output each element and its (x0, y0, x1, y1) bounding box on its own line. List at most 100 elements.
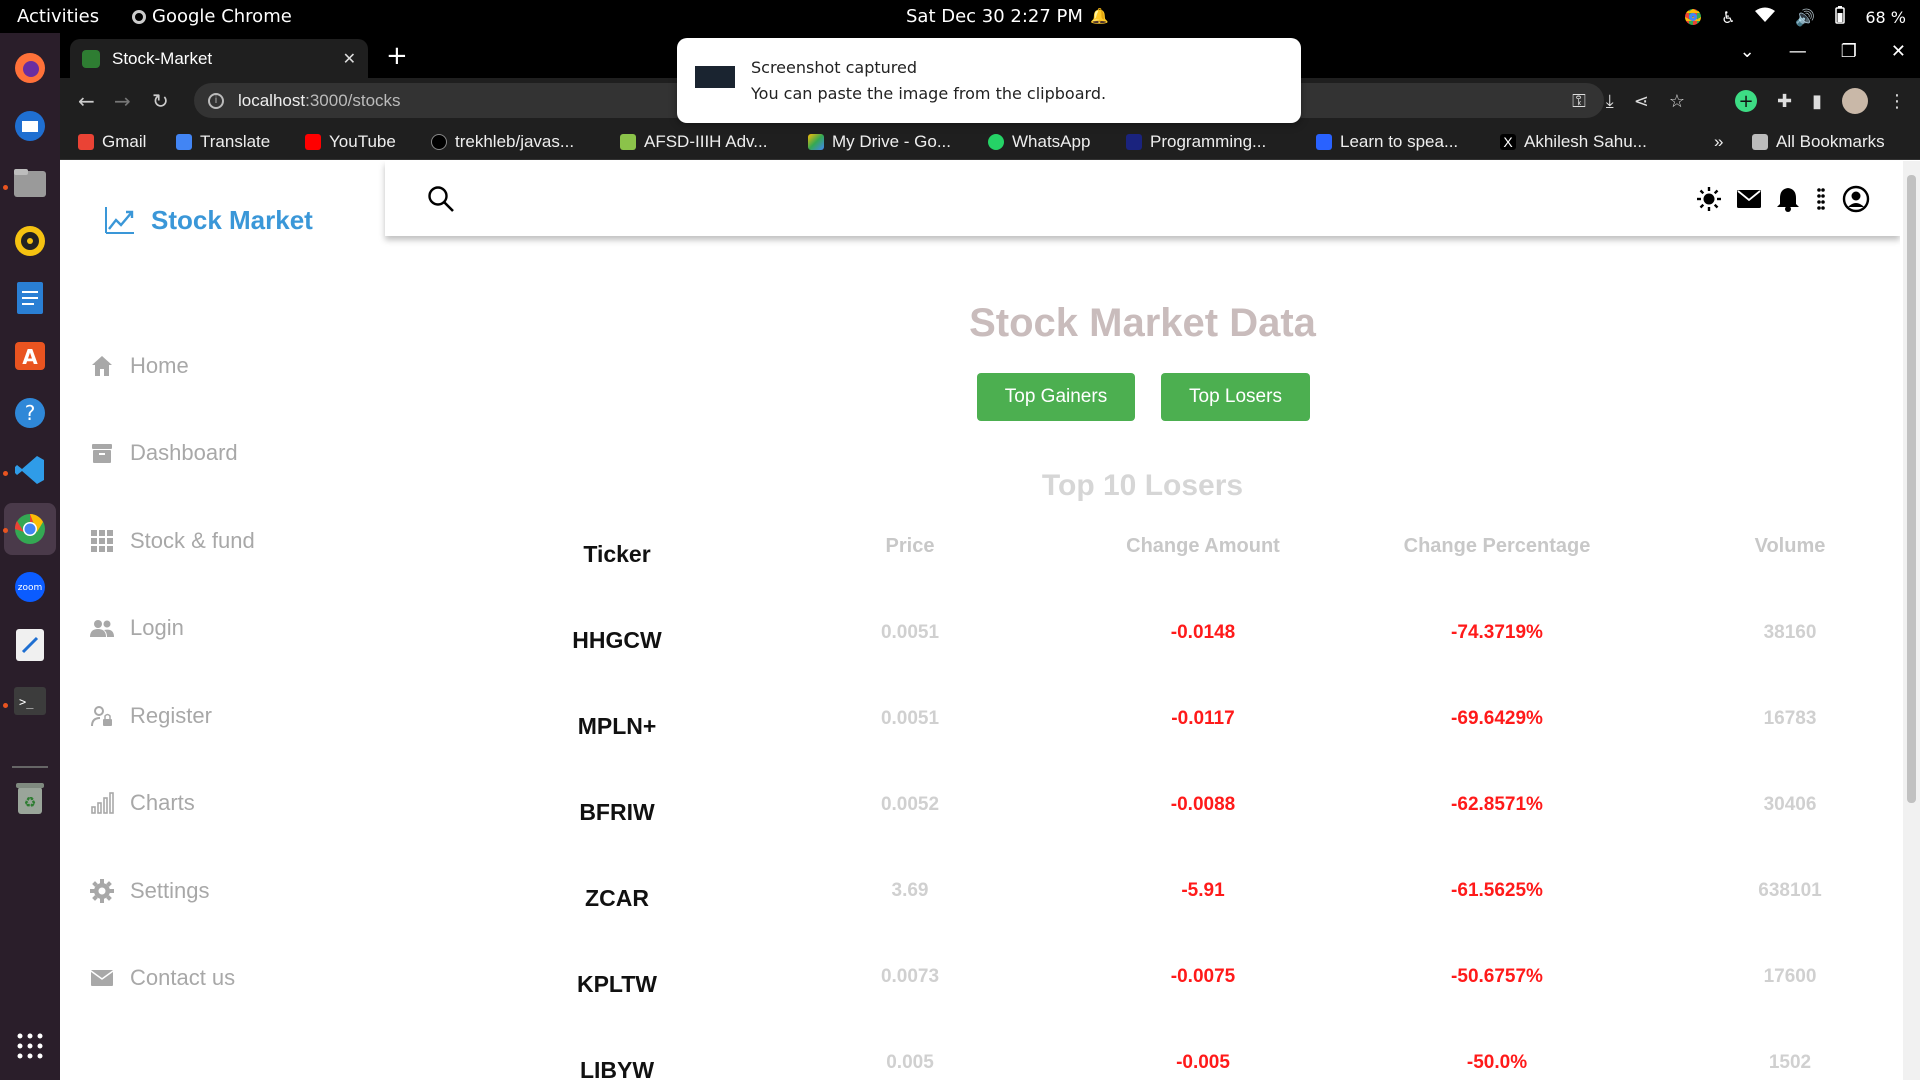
minimize-icon[interactable]: — (1789, 41, 1807, 62)
top-gainers-button[interactable]: Top Gainers (977, 373, 1135, 421)
trending-up-icon (105, 207, 134, 234)
search-icon[interactable] (427, 185, 455, 217)
sidebar-item-label: Settings (130, 878, 210, 903)
sidebar-item-label: Register (130, 703, 212, 728)
thunderbird-icon[interactable] (10, 106, 50, 146)
archive-icon (92, 444, 112, 463)
sidebar-item-stock-fund[interactable]: Stock & fund (90, 528, 255, 554)
tab-favicon-icon (82, 49, 100, 68)
sidebar-item-settings[interactable]: Settings (90, 878, 210, 904)
dock: A ? zoom >_ ♻ (0, 33, 60, 1080)
theme-sun-icon[interactable] (1696, 186, 1722, 216)
tab-close-icon[interactable]: ✕ (343, 49, 356, 69)
bookmark-label: Akhilesh Sahu... (1524, 132, 1647, 151)
cell-volume: 30406 (1763, 794, 1817, 815)
sidebar-item-dashboard[interactable]: Dashboard (90, 440, 238, 466)
bookmark-github[interactable]: trekhleb/javas... (431, 132, 574, 152)
users-icon (90, 620, 114, 637)
bookmark-label: WhatsApp (1012, 132, 1091, 151)
files-icon[interactable] (10, 163, 50, 203)
cell-price: 0.0052 (880, 794, 940, 815)
bookmark-star-icon[interactable]: ☆ (1669, 91, 1685, 112)
install-icon[interactable]: ⤓ (1606, 91, 1614, 112)
screenshot-notification[interactable]: Screenshot captured You can paste the im… (677, 38, 1301, 123)
sidebar-item-register[interactable]: Register (90, 703, 212, 729)
sidebar-item-charts[interactable]: Charts (90, 790, 195, 816)
show-apps-icon[interactable] (10, 1026, 50, 1066)
svg-text:zoom: zoom (18, 583, 43, 593)
extensions-puzzle-icon[interactable]: ✚ (1777, 91, 1792, 112)
scrollbar-thumb[interactable] (1907, 175, 1916, 803)
notification-title: Screenshot captured (751, 58, 918, 77)
new-tab-icon[interactable]: + (386, 41, 408, 71)
firefox-icon[interactable] (10, 48, 50, 88)
password-key-icon[interactable]: ⚿ (1572, 91, 1586, 112)
chrome-menu-icon[interactable]: ⋮ (1888, 91, 1906, 112)
wifi-icon (1755, 7, 1776, 27)
close-window-icon[interactable]: ✕ (1891, 41, 1906, 62)
back-icon[interactable]: ← (78, 89, 95, 113)
cell-price: 0.0073 (880, 966, 940, 987)
active-app-menu[interactable]: Google Chrome (132, 6, 292, 27)
bookmark-label: Translate (200, 132, 271, 151)
cell-change-percentage: -61.5625% (1451, 880, 1543, 901)
drive-icon (808, 134, 824, 150)
tab-search-icon[interactable]: ⌄ (1740, 41, 1755, 62)
bookmark-drive[interactable]: My Drive - Go... (808, 132, 951, 152)
trash-icon[interactable]: ♻ (10, 778, 50, 818)
cell-ticker: LIBYW (579, 1057, 655, 1080)
sidebar-item-contact[interactable]: Contact us (90, 965, 235, 991)
help-icon[interactable]: ? (10, 393, 50, 433)
bookmark-whatsapp[interactable]: WhatsApp (988, 132, 1090, 152)
cell-volume: 638101 (1758, 880, 1822, 901)
active-app-name: Google Chrome (152, 6, 292, 27)
more-vertical-icon[interactable] (1814, 186, 1828, 216)
chrome-icon[interactable] (10, 509, 50, 549)
site-info-icon[interactable]: i (208, 92, 224, 109)
bookmark-programming[interactable]: Programming... (1126, 132, 1266, 152)
cell-volume: 1502 (1768, 1052, 1812, 1073)
system-tray[interactable]: ♿ 🔊 68 % (1685, 6, 1906, 28)
vscode-icon[interactable] (10, 450, 50, 490)
notification-bell-icon[interactable] (1776, 186, 1800, 216)
sidebar-item-home[interactable]: Home (90, 353, 189, 379)
share-icon[interactable]: ⋖ (1634, 91, 1649, 112)
sidebar-item-login[interactable]: Login (90, 615, 184, 641)
tab-stock-market[interactable]: Stock-Market ✕ (70, 39, 368, 78)
web-page: Stock Market Home Dashboard Stock & fund… (60, 161, 1900, 1080)
bookmark-x[interactable]: X Akhilesh Sahu... (1500, 132, 1647, 152)
bookmark-afsd[interactable]: AFSD-IIIH Adv... (620, 132, 767, 152)
brand[interactable]: Stock Market (103, 203, 313, 237)
user-account-icon[interactable] (1842, 185, 1870, 217)
bookmark-gmail[interactable]: Gmail (78, 132, 146, 152)
column-header-change-percentage: Change Percentage (1403, 535, 1591, 557)
bookmark-learn[interactable]: Learn to spea... (1316, 132, 1458, 152)
side-panel-icon[interactable]: ▮ (1812, 91, 1822, 112)
column-header-volume: Volume (1754, 535, 1826, 557)
text-editor-icon[interactable] (10, 625, 50, 665)
bookmark-youtube[interactable]: YouTube (305, 132, 396, 152)
activities-button[interactable]: Activities (17, 6, 99, 27)
all-bookmarks[interactable]: All Bookmarks (1752, 132, 1885, 152)
top-losers-button[interactable]: Top Losers (1161, 373, 1310, 421)
app-center-icon[interactable]: A (10, 335, 50, 375)
zoom-icon[interactable]: zoom (10, 567, 50, 607)
url-host: localhost (238, 90, 306, 110)
clock[interactable]: Sat Dec 30 2:27 PM (906, 6, 1083, 27)
extension-add-icon[interactable]: + (1735, 90, 1757, 112)
cell-change-amount: -5.91 (1181, 880, 1225, 901)
rhythmbox-icon[interactable] (10, 221, 50, 261)
terminal-icon[interactable]: >_ (10, 681, 50, 721)
dock-separator (12, 766, 48, 768)
bookmarks-overflow-icon[interactable]: » (1714, 132, 1723, 152)
bookmark-translate[interactable]: Translate (176, 132, 270, 152)
reload-icon[interactable]: ↻ (152, 89, 169, 113)
writer-icon[interactable] (10, 278, 50, 318)
sidebar: Stock Market Home Dashboard Stock & fund… (60, 161, 385, 1080)
page-scrollbar[interactable] (1903, 161, 1920, 1080)
restore-icon[interactable]: ❐ (1841, 41, 1857, 62)
profile-avatar[interactable] (1842, 88, 1868, 114)
battery-level: 68 % (1865, 7, 1906, 27)
mail-icon[interactable] (1736, 188, 1762, 214)
forward-icon[interactable]: → (114, 89, 131, 113)
